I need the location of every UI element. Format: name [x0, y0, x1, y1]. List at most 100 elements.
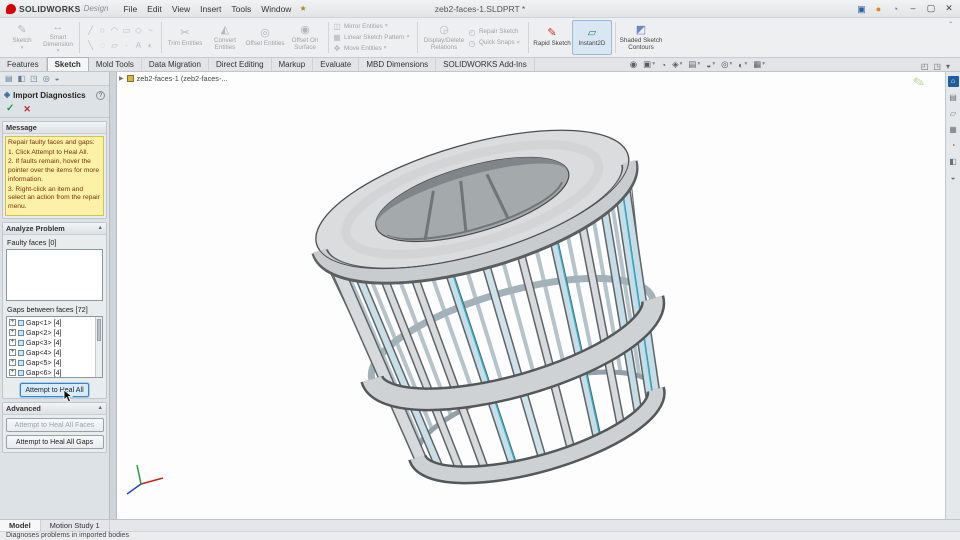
- minimize-button[interactable]: –: [904, 1, 922, 17]
- file-explorer-icon[interactable]: ▱: [948, 108, 959, 119]
- message-group-header[interactable]: Message: [3, 122, 106, 134]
- collapse-icon[interactable]: ▲: [98, 405, 103, 411]
- zoom-fit-icon[interactable]: ◉: [630, 59, 637, 70]
- sketch-tool-button[interactable]: ✎ Sketch ▾: [4, 20, 40, 55]
- tab-direct-editing[interactable]: Direct Editing: [209, 58, 272, 71]
- linear-sketch-pattern-button[interactable]: ▦ Linear Sketch Pattern ▾: [332, 33, 414, 42]
- gaps-scrollbar[interactable]: [95, 317, 102, 377]
- ellipse-tool-icon[interactable]: ◌: [97, 38, 108, 52]
- flyout-tree-icon[interactable]: ▶: [119, 75, 124, 82]
- expand-plus-icon[interactable]: +: [9, 329, 16, 336]
- centerline-tool-icon[interactable]: ╲: [85, 38, 96, 52]
- feature-manager-tab-icon[interactable]: ▤: [5, 74, 13, 83]
- move-entities-button[interactable]: ✥ Move Entities ▾: [332, 44, 414, 53]
- advanced-header[interactable]: Advanced ▲: [3, 403, 106, 415]
- undock-pane-icon[interactable]: ◰: [921, 62, 929, 71]
- offset-entities-button[interactable]: ◎ Offset Entities: [245, 20, 285, 55]
- text-tool-icon[interactable]: A: [133, 38, 144, 52]
- motion-study-tab[interactable]: Motion Study 1: [41, 520, 110, 531]
- options-icon[interactable]: ◔: [887, 1, 904, 17]
- smart-dimension-button[interactable]: ↔ Smart Dimension ▾: [40, 20, 76, 55]
- configuration-manager-tab-icon[interactable]: ◳: [30, 74, 38, 83]
- expand-plus-icon[interactable]: +: [9, 319, 16, 326]
- close-button[interactable]: ✕: [940, 1, 958, 17]
- view-palette-icon[interactable]: ▦: [948, 124, 959, 135]
- gap-list-item[interactable]: + Gap<2> [4]: [7, 328, 94, 338]
- display-delete-relations-button[interactable]: ◶ Display/Delete Relations: [421, 20, 467, 55]
- pin-menu-icon[interactable]: ★: [296, 4, 309, 13]
- dimxpert-manager-tab-icon[interactable]: ◎: [43, 74, 50, 83]
- design-library-icon[interactable]: ▤: [948, 92, 959, 103]
- expand-plus-icon[interactable]: +: [9, 359, 16, 366]
- analyze-problem-header[interactable]: Analyze Problem ▲: [3, 223, 106, 235]
- heal-all-faces-button[interactable]: Attempt to Heal All Faces: [6, 418, 104, 432]
- menu-view[interactable]: View: [167, 2, 195, 16]
- menu-tools[interactable]: Tools: [226, 2, 256, 16]
- gap-list-item[interactable]: + Gap<1> [4]: [7, 318, 94, 328]
- quick-snaps-button[interactable]: ◷ Quick Snaps ▾: [467, 39, 525, 48]
- point-tool-icon[interactable]: ·: [121, 38, 132, 52]
- ribbon-collapse-icon[interactable]: ˆ: [945, 20, 956, 31]
- account-icon[interactable]: ▣: [853, 1, 870, 17]
- collapse-icon[interactable]: ▲: [98, 225, 103, 231]
- instant2d-button[interactable]: ▱ Instant2D: [572, 20, 612, 55]
- menu-edit[interactable]: Edit: [142, 2, 167, 16]
- gaps-list[interactable]: + Gap<1> [4] + Gap<2> [4] + Gap<3> [4] +: [6, 316, 103, 378]
- circle-tool-icon[interactable]: ○: [97, 23, 108, 37]
- tab-mbd-dimensions[interactable]: MBD Dimensions: [359, 58, 436, 71]
- trim-entities-button[interactable]: ✂ Trim Entities: [165, 20, 205, 55]
- model-tab[interactable]: Model: [0, 520, 41, 531]
- display-style-icon[interactable]: ◒▾: [706, 60, 715, 70]
- custom-properties-icon[interactable]: ◧: [948, 156, 959, 167]
- edit-appearance-icon[interactable]: ◐▾: [738, 60, 747, 70]
- repair-sketch-button[interactable]: ◴ Repair Sketch: [467, 28, 525, 37]
- maximize-button[interactable]: ▢: [922, 1, 940, 17]
- tab-features[interactable]: Features: [0, 58, 47, 71]
- rectangle-tool-icon[interactable]: ▭: [121, 23, 132, 37]
- arc-tool-icon[interactable]: ◠: [109, 23, 120, 37]
- section-view-icon[interactable]: ◈▾: [672, 59, 682, 70]
- zoom-area-icon[interactable]: ▣▾: [643, 59, 655, 70]
- confirm-icon[interactable]: ✓: [6, 104, 14, 114]
- panel-splitter[interactable]: [110, 72, 117, 519]
- appearances-icon[interactable]: ◔: [948, 140, 959, 151]
- alerts-icon[interactable]: ●: [870, 1, 887, 17]
- menu-window[interactable]: Window: [256, 2, 296, 16]
- cancel-icon[interactable]: ✕: [23, 104, 31, 114]
- solidworks-resources-icon[interactable]: ⌂: [948, 76, 959, 87]
- mirror-entities-button[interactable]: ◫ Mirror Entities ▾: [332, 22, 414, 31]
- tab-markup[interactable]: Markup: [272, 58, 314, 71]
- menu-file[interactable]: File: [118, 2, 142, 16]
- tab-solidworks-add-ins[interactable]: SOLIDWORKS Add-Ins: [436, 58, 535, 71]
- gap-list-item[interactable]: + Gap<3> [4]: [7, 338, 94, 348]
- previous-view-icon[interactable]: ◔: [661, 60, 666, 70]
- graphics-viewport[interactable]: ▶ zeb2-faces-1 (zeb2-faces-... ✎: [117, 72, 945, 519]
- expand-plus-icon[interactable]: +: [9, 369, 16, 376]
- tab-data-migration[interactable]: Data Migration: [142, 58, 209, 71]
- gap-list-item[interactable]: + Gap<5> [4]: [7, 358, 94, 368]
- convert-entities-button[interactable]: ◭ Convert Entities: [205, 20, 245, 55]
- rapid-sketch-button[interactable]: ✎ Rapid Sketch: [532, 20, 572, 55]
- hide-show-items-icon[interactable]: ◎▾: [721, 59, 732, 70]
- spline-tool-icon[interactable]: ~: [145, 23, 156, 37]
- fillet-tool-icon[interactable]: ◐: [145, 38, 156, 52]
- property-manager-tab-icon[interactable]: ◧: [18, 74, 26, 83]
- view-orientation-icon[interactable]: ▤▾: [688, 59, 700, 70]
- faulty-faces-list[interactable]: [6, 249, 103, 301]
- pane-options-icon[interactable]: ▾: [946, 62, 950, 71]
- display-manager-tab-icon[interactable]: ◒: [55, 74, 60, 83]
- gap-list-item[interactable]: + Gap<4> [4]: [7, 348, 94, 358]
- slot-tool-icon[interactable]: ▱: [109, 38, 120, 52]
- collapse-pane-icon[interactable]: ◳: [933, 62, 941, 71]
- line-tool-icon[interactable]: ╱: [85, 23, 96, 37]
- view-settings-icon[interactable]: ▦▾: [753, 59, 765, 70]
- tab-sketch[interactable]: Sketch: [47, 57, 89, 71]
- tab-evaluate[interactable]: Evaluate: [313, 58, 359, 71]
- expand-plus-icon[interactable]: +: [9, 339, 16, 346]
- breadcrumb[interactable]: ▶ zeb2-faces-1 (zeb2-faces-...: [119, 74, 227, 83]
- heal-all-gaps-button[interactable]: Attempt to Heal All Gaps: [6, 435, 104, 449]
- help-icon[interactable]: ?: [96, 91, 105, 100]
- scrollbar-thumb[interactable]: [97, 319, 101, 341]
- model-3d-view[interactable]: [117, 72, 945, 519]
- forum-icon[interactable]: ◒: [948, 172, 959, 183]
